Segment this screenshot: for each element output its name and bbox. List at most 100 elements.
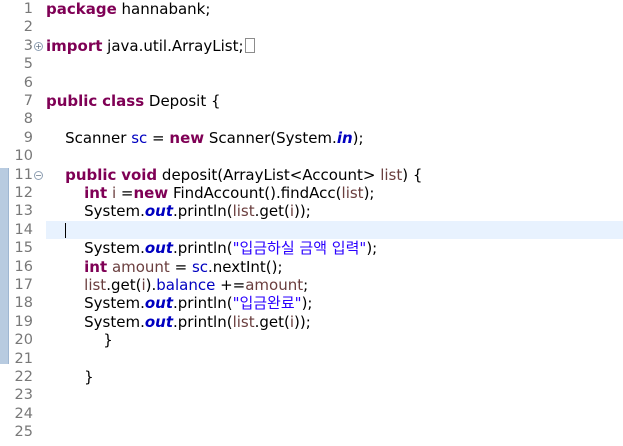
line-number: 3: [23, 37, 33, 54]
code-token: Deposit {: [144, 92, 221, 110]
code-token: list: [232, 202, 255, 221]
line-number: 18: [14, 295, 33, 312]
code-line[interactable]: 21: [0, 350, 623, 368]
code-token: hannabank;: [116, 0, 211, 18]
code-line[interactable]: 16 int amount = sc.nextInt();: [0, 258, 623, 276]
code-token: ));: [294, 202, 311, 221]
code-token: .get(: [106, 276, 142, 294]
code-token: .println(: [173, 312, 233, 331]
code-token: list: [341, 184, 364, 202]
code-line[interactable]: 22 }: [0, 368, 623, 386]
code-token: Scanner(System.: [204, 128, 337, 147]
code-editor[interactable]: 1 package hannabank; 2 3 + import java.util.A…: [0, 0, 623, 446]
code-text[interactable]: list.get(i).balance +=amount;: [46, 276, 308, 294]
code-text[interactable]: System.out.println("입금완료");: [46, 294, 312, 312]
code-line[interactable]: 11− public void deposit(ArrayList<Accoun…: [0, 166, 623, 184]
line-number: 7: [23, 93, 33, 109]
code-token: java.util.ArrayList;: [102, 36, 244, 55]
code-line[interactable]: 13 System.out.println(list.get(i));: [0, 202, 623, 220]
code-token: );: [366, 239, 378, 258]
code-text[interactable]: int i =new FindAccount().findAcc(list);: [46, 184, 374, 202]
code-line[interactable]: 25: [0, 423, 623, 441]
code-token: deposit(ArrayList<Account>: [157, 165, 381, 184]
code-token: );: [352, 128, 364, 147]
code-token: .println(: [173, 202, 233, 221]
code-text[interactable]: System.out.println("입금하실 금액 입력");: [46, 239, 377, 257]
code-token: amount: [245, 276, 304, 294]
code-line[interactable]: 20 }: [0, 331, 623, 349]
line-number: 10: [14, 148, 33, 165]
code-token: package: [46, 0, 117, 18]
code-token: }: [46, 331, 113, 350]
code-text[interactable]: int amount = sc.nextInt();: [46, 257, 283, 276]
line-number: 23: [14, 387, 33, 404]
code-line[interactable]: 1 package hannabank;: [0, 0, 623, 18]
line-number: 6: [23, 74, 33, 91]
code-token: "입금하실 금액 입력": [232, 239, 367, 258]
code-line[interactable]: 8: [0, 110, 623, 128]
code-text[interactable]: }: [46, 331, 113, 349]
code-line[interactable]: 5: [0, 55, 623, 73]
line-number: 9: [23, 129, 33, 146]
code-text[interactable]: System.out.println(list.get(i));: [46, 202, 311, 220]
code-text[interactable]: }: [46, 368, 94, 386]
line-number: 24: [14, 405, 33, 422]
code-text[interactable]: Scanner sc = new Scanner(System.in);: [46, 128, 364, 147]
code-line[interactable]: 15 System.out.println("입금하실 금액 입력");: [0, 239, 623, 257]
code-token: list: [84, 276, 107, 294]
code-line[interactable]: 2: [0, 18, 623, 36]
code-token: new: [133, 184, 169, 202]
code-token: out: [144, 294, 174, 313]
expand-fold-icon[interactable]: +: [34, 41, 43, 51]
code-line[interactable]: 17 list.get(i).balance +=amount;: [0, 276, 623, 294]
code-text[interactable]: System.out.println(list.get(i));: [46, 313, 311, 331]
code-token: .nextInt();: [208, 257, 283, 276]
code-token: System.: [46, 239, 145, 258]
code-token: out: [144, 239, 174, 258]
code-token: ) {: [402, 165, 423, 184]
collapse-fold-icon[interactable]: −: [34, 170, 43, 180]
code-text[interactable]: public void deposit(ArrayList<Account> l…: [46, 166, 422, 184]
code-line[interactable]: 7 public class Deposit {: [0, 92, 623, 110]
line-number: 15: [14, 240, 33, 257]
code-token: sc: [191, 257, 208, 276]
code-line[interactable]: 6: [0, 74, 623, 92]
code-token: public: [46, 92, 98, 110]
line-number: 12: [14, 185, 33, 201]
line-number: 13: [14, 203, 33, 220]
code-line[interactable]: 12 int i =new FindAccount().findAcc(list…: [0, 184, 623, 202]
code-token: out: [144, 202, 174, 221]
code-token: "입금완료": [232, 294, 302, 313]
code-token: +=: [215, 276, 246, 294]
code-token: Scanner: [46, 128, 132, 147]
code-token: public: [65, 165, 117, 184]
code-text[interactable]: package hannabank;: [46, 0, 210, 18]
code-token: in: [336, 128, 353, 147]
code-line[interactable]: 9 Scanner sc = new Scanner(System.in);: [0, 129, 623, 147]
code-line[interactable]: 19 System.out.println(list.get(i));: [0, 313, 623, 331]
code-text[interactable]: import java.util.ArrayList;: [46, 37, 255, 55]
code-line[interactable]: 14: [0, 220, 623, 240]
code-token: =: [147, 128, 170, 147]
code-line[interactable]: 10: [0, 147, 623, 165]
code-token: balance: [156, 276, 216, 294]
line-number: 25: [14, 424, 33, 441]
code-text[interactable]: [46, 221, 67, 239]
code-line[interactable]: 24: [0, 405, 623, 423]
code-token: System.: [46, 312, 145, 331]
code-token: System.: [46, 294, 145, 313]
code-line[interactable]: 3 + import java.util.ArrayList;: [0, 37, 623, 55]
code-token: void: [121, 165, 158, 184]
code-text[interactable]: public class Deposit {: [46, 92, 221, 110]
code-token: list: [232, 312, 255, 331]
code-token: ;: [303, 276, 309, 294]
code-token: int: [84, 257, 108, 276]
code-line[interactable]: 23: [0, 386, 623, 404]
collapsed-imports-icon[interactable]: [244, 37, 255, 53]
code-line[interactable]: 18 System.out.println("입금완료");: [0, 294, 623, 312]
line-number: 17: [14, 277, 33, 293]
code-token: class: [102, 92, 145, 110]
code-token: FindAccount().findAcc(: [168, 184, 342, 202]
